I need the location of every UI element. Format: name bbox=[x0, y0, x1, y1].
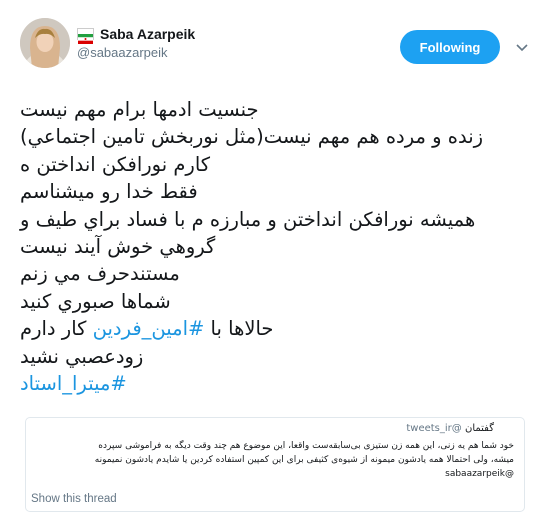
tweet-line: هميشه نورافكن انداختن و مبارزه م با فساد… bbox=[20, 207, 476, 231]
tweet-line: زنده و مرده هم مهم نيست(مثل نوربخش تامين… bbox=[20, 125, 484, 149]
quoted-line: خود شما هم یه زنی، این همه زن ستیزی بی‌س… bbox=[98, 441, 514, 451]
tweet-text: جنسيت ادمها برام مهم نيست زنده و مرده هم… bbox=[20, 96, 539, 397]
tweet-line: كارم نورافكن انداختن ه bbox=[20, 152, 211, 176]
show-thread-link[interactable]: Show this thread bbox=[31, 493, 117, 505]
hashtag-link[interactable]: #ميترا_استاد bbox=[20, 372, 127, 395]
quoted-tweet-text: خود شما هم یه زنی، این همه زن ستیزی بی‌س… bbox=[34, 439, 514, 481]
tweet-line: گروهي خوش آيند نيست bbox=[20, 235, 216, 259]
tweet-line: جنسيت ادمها برام مهم نيست bbox=[20, 98, 259, 121]
author-handle[interactable]: @sabaazarpeik bbox=[77, 45, 195, 60]
tweet-line: فقط خدا رو ميشناسم bbox=[20, 180, 198, 204]
tweet-final-hashtag-line: #ميترا_استاد bbox=[20, 370, 517, 397]
name-row: Saba Azarpeik bbox=[77, 26, 195, 44]
hashtag-link[interactable]: #امين_فردين bbox=[93, 317, 205, 340]
following-button[interactable]: Following bbox=[400, 30, 500, 64]
quoted-line: میشه، ولی احتمالا همه یادشون میمونه از ش… bbox=[94, 455, 514, 465]
hashtag-suffix: كار دارم bbox=[20, 317, 93, 341]
avatar-portrait-icon bbox=[20, 18, 70, 68]
hashtag-prefix: حالاها با bbox=[204, 317, 274, 341]
tweet-card: Saba Azarpeik @sabaazarpeik Following جن… bbox=[0, 0, 559, 520]
author-block: Saba Azarpeik @sabaazarpeik bbox=[77, 26, 195, 60]
tweet-line: مستندحرف مي زنم bbox=[20, 262, 180, 286]
avatar[interactable] bbox=[20, 18, 70, 68]
quoted-verb: گفتمان bbox=[464, 423, 494, 434]
quoted-tweet-header: گفتمان @tweets_ir bbox=[406, 423, 494, 434]
iran-flag-icon bbox=[77, 28, 94, 44]
chevron-down-icon[interactable] bbox=[512, 38, 532, 58]
display-name[interactable]: Saba Azarpeik bbox=[100, 26, 195, 42]
tweet-line: زودعصبي نشيد bbox=[20, 344, 144, 368]
tweet-header: Saba Azarpeik @sabaazarpeik Following bbox=[20, 16, 539, 78]
quoted-mention[interactable]: @sabaazarpeik bbox=[34, 467, 514, 481]
quoted-handle[interactable]: @tweets_ir bbox=[406, 423, 461, 434]
tweet-line: شماها صبوري كنيد bbox=[20, 289, 171, 313]
tweet-line-with-hashtag: حالاها با #امين_فردين كار دارم bbox=[20, 315, 517, 342]
